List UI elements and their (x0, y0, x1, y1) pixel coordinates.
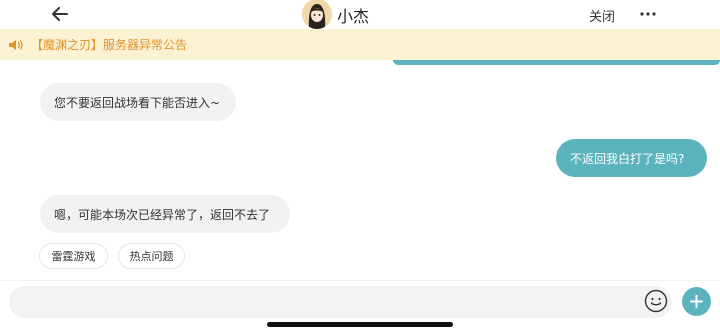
speaker-icon (8, 37, 24, 53)
back-button[interactable] (48, 2, 72, 26)
message-bubble-received: 您不要返回战场看下能否进入~ (40, 83, 236, 121)
more-button[interactable] (636, 4, 660, 24)
chat-title: 小杰 (337, 6, 370, 26)
message-input[interactable] (9, 286, 672, 318)
avatar (302, 0, 332, 29)
quick-reply-chip[interactable]: 雷霆游戏 (39, 243, 108, 269)
quick-reply-chip[interactable]: 热点问题 (118, 243, 185, 269)
more-horizontal-icon (640, 12, 656, 16)
composer (0, 280, 720, 333)
home-indicator[interactable] (267, 322, 453, 327)
plus-icon (690, 295, 703, 308)
close-button[interactable]: 关闭 (589, 6, 615, 25)
chat-title-group: 小杰 (302, 0, 369, 29)
arrow-left-icon (52, 7, 68, 21)
top-bar: 小杰 关闭 (0, 0, 720, 29)
announcement-bar[interactable]: 【魔渊之刃】服务器异常公告 (0, 29, 720, 60)
message-bubble-partial (393, 60, 720, 65)
chat-messages: 您不要返回战场看下能否进入~ 不返回我白打了是吗? 嗯，可能本场次已经异常了，返… (0, 60, 720, 280)
message-bubble-received: 嗯，可能本场次已经异常了，返回不去了 (40, 195, 290, 233)
emoji-button[interactable] (644, 289, 668, 313)
message-bubble-sent: 不返回我白打了是吗? (556, 139, 707, 177)
announcement-text: 【魔渊之刃】服务器异常公告 (31, 38, 188, 52)
plus-button[interactable] (682, 287, 711, 316)
emoji-icon (644, 289, 668, 313)
